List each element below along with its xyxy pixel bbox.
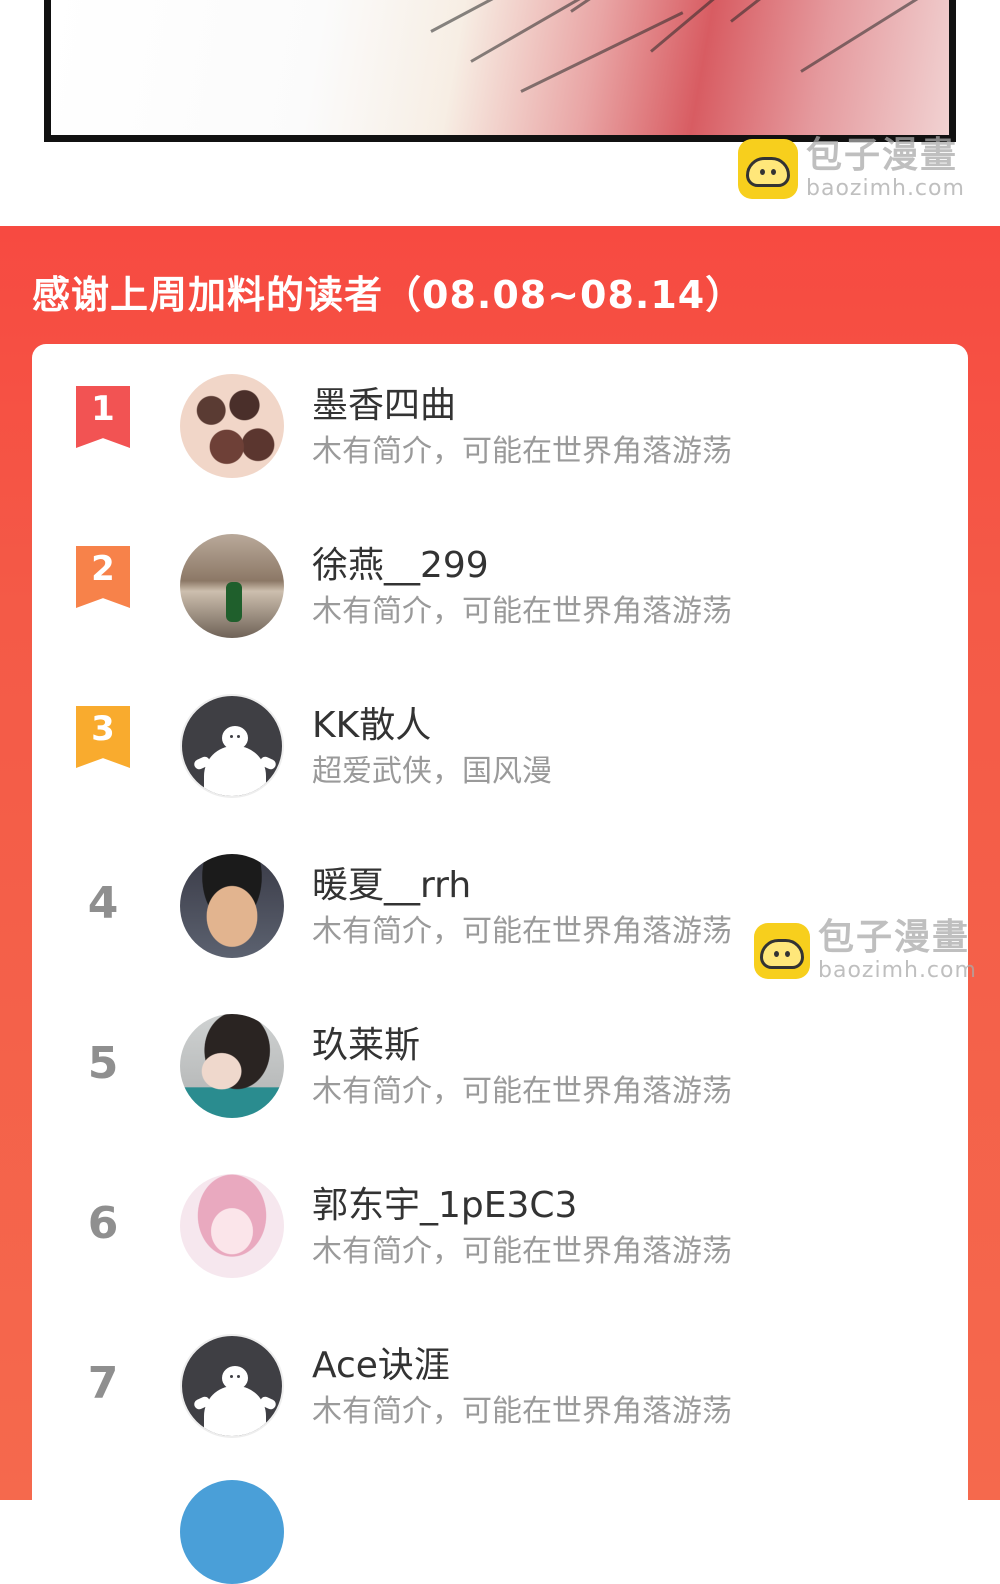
- reader-item[interactable]: 7 Ace诀涯 木有简介，可能在世界角落游荡: [32, 1320, 968, 1480]
- rank-number: 7: [87, 1358, 119, 1409]
- reader-bio: 木有简介，可能在世界角落游荡: [312, 914, 732, 949]
- baozi-logo-icon: [754, 923, 810, 979]
- watermark-brand: 包子漫畫: [806, 135, 959, 176]
- avatar[interactable]: [180, 1014, 284, 1118]
- default-avatar-icon[interactable]: [180, 694, 284, 798]
- reader-name[interactable]: 墨香四曲: [312, 376, 456, 428]
- reader-item[interactable]: 1 墨香四曲 木有简介，可能在世界角落游荡: [32, 360, 968, 520]
- watermark-url: baozimh.com: [818, 958, 977, 983]
- rank-number: 4: [87, 878, 119, 929]
- rank-badge-icon: 2: [76, 546, 130, 608]
- reader-item[interactable]: 3 KK散人 超爱武侠，国风漫: [32, 680, 968, 840]
- avatar[interactable]: [180, 1480, 284, 1584]
- board-title: 感谢上周加料的读者（08.08~08.14）: [32, 273, 745, 317]
- rank-number: 5: [87, 1038, 119, 1089]
- comic-panel-strip: 包子漫畫 baozimh.com: [0, 0, 1000, 226]
- reader-name[interactable]: 徐燕__299: [312, 536, 489, 588]
- reader-bio: 超爱武侠，国风漫: [312, 754, 552, 789]
- reader-bio: 木有简介，可能在世界角落游荡: [312, 434, 732, 469]
- avatar[interactable]: [180, 854, 284, 958]
- rank-badge-icon: 3: [76, 706, 130, 768]
- watermark: 包子漫畫 baozimh.com: [754, 920, 977, 982]
- supporters-board: 感谢上周加料的读者（08.08~08.14） 1 墨香四曲 木有简介，可能在世界…: [0, 226, 1000, 1584]
- reader-bio: 木有简介，可能在世界角落游荡: [312, 1394, 732, 1429]
- reader-name[interactable]: 玖莱斯: [312, 1016, 420, 1068]
- watermark-brand: 包子漫畫: [818, 917, 971, 958]
- avatar[interactable]: [180, 1174, 284, 1278]
- watermark: 包子漫畫 baozimh.com: [738, 138, 965, 200]
- reader-bio: 木有简介，可能在世界角落游荡: [312, 1074, 732, 1109]
- comic-panel-image: [44, 0, 956, 142]
- reader-item[interactable]: 6 郭东宇_1pE3C3 木有简介，可能在世界角落游荡: [32, 1160, 968, 1320]
- reader-name[interactable]: 郭东宇_1pE3C3: [312, 1176, 577, 1228]
- reader-item[interactable]: 2 徐燕__299 木有简介，可能在世界角落游荡: [32, 520, 968, 680]
- avatar[interactable]: [180, 374, 284, 478]
- rank-number: 6: [87, 1198, 119, 1249]
- reader-bio: 木有简介，可能在世界角落游荡: [312, 1234, 732, 1269]
- rank-badge-icon: 1: [76, 386, 130, 448]
- reader-item[interactable]: 5 玖莱斯 木有简介，可能在世界角落游荡: [32, 1000, 968, 1160]
- reader-name[interactable]: Ace诀涯: [312, 1336, 450, 1388]
- reader-name[interactable]: 暖夏__rrh: [312, 856, 471, 908]
- reader-bio: 木有简介，可能在世界角落游荡: [312, 594, 732, 629]
- default-avatar-icon[interactable]: [180, 1334, 284, 1438]
- reader-name[interactable]: KK散人: [312, 696, 431, 748]
- avatar[interactable]: [180, 534, 284, 638]
- baozi-logo-icon: [738, 139, 798, 199]
- watermark-url: baozimh.com: [806, 176, 965, 201]
